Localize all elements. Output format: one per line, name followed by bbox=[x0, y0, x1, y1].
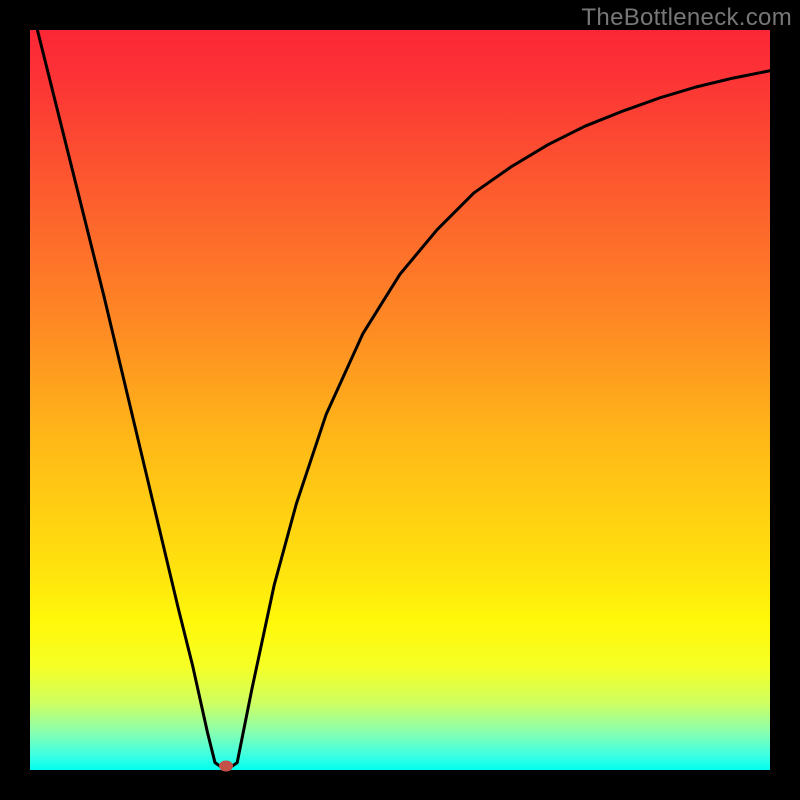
curve-svg bbox=[30, 30, 770, 770]
chart-frame: TheBottleneck.com bbox=[0, 0, 800, 800]
watermark-text: TheBottleneck.com bbox=[581, 4, 792, 32]
min-point-marker bbox=[219, 761, 233, 772]
curve-path bbox=[37, 30, 770, 768]
plot-area bbox=[30, 30, 770, 770]
